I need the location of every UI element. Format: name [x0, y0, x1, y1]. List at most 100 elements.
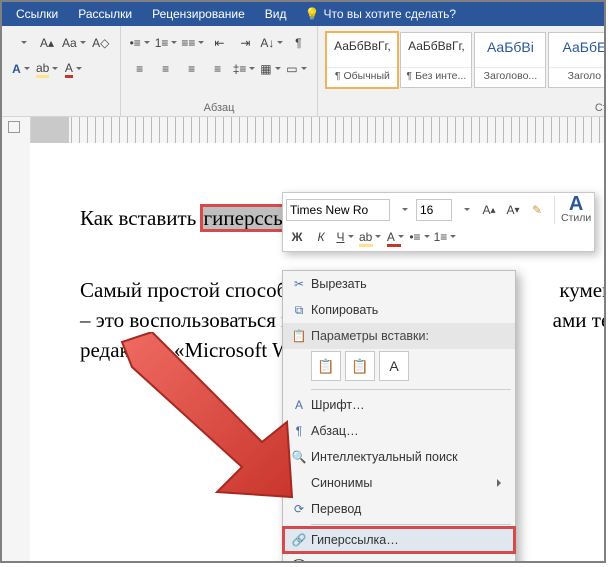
align-left-button[interactable]: ≡: [128, 57, 152, 81]
tab-links[interactable]: Ссылки: [6, 2, 68, 26]
ribbon-group-styles: АаБбВвГг, ¶ Обычный АаБбВвГг, ¶ Без инте…: [318, 26, 606, 116]
style-normal[interactable]: АаБбВвГг, ¶ Обычный: [326, 32, 398, 88]
cm-separator: [311, 524, 511, 525]
style-label: Заголо: [549, 67, 606, 84]
doc-text: ами текстово: [553, 308, 606, 332]
cm-paragraph[interactable]: ¶ Абзац…: [283, 418, 515, 444]
font-size-combo[interactable]: [9, 31, 33, 55]
change-case-button[interactable]: Aa: [61, 31, 87, 55]
format-painter-icon[interactable]: ✎: [526, 199, 548, 221]
mini-styles-button[interactable]: A Стили: [554, 196, 591, 224]
ribbon-group-paragraph: •≡ 1≡ ≡≡ ⇤ ⇥ A↓ ¶ ≡ ≡ ≡ ≡ ‡≡ ▦ ▭ Абзац: [121, 26, 319, 116]
cm-label: Интеллектуальный поиск: [311, 450, 458, 464]
ribbon: A▴ Aa A◇ A ab A •≡ 1≡ ≡≡ ⇤ ⇥ A↓ ¶ ≡: [2, 26, 604, 117]
clear-formatting-button[interactable]: A◇: [89, 31, 113, 55]
mini-font-name-dd[interactable]: [392, 199, 414, 221]
sort-button[interactable]: A↓: [259, 31, 284, 55]
paste-keep-source-button[interactable]: 📋: [311, 351, 341, 381]
style-sample: АаБбВвГг,: [401, 33, 471, 67]
ruler-corner: [2, 117, 31, 143]
styles-gallery[interactable]: АаБбВвГг, ¶ Обычный АаБбВвГг, ¶ Без инте…: [324, 30, 606, 90]
cm-copy[interactable]: ⧉ Копировать: [283, 297, 515, 323]
cm-label: Гиперссылка…: [311, 533, 399, 547]
ruler-area: [2, 117, 604, 143]
smart-lookup-icon: 🔍: [287, 450, 311, 464]
cm-label: Копировать: [311, 303, 378, 317]
cm-separator: [311, 389, 511, 390]
clipboard-icon: 📋: [287, 329, 311, 343]
vertical-ruler[interactable]: [2, 143, 31, 562]
copy-icon: ⧉: [287, 303, 311, 318]
mini-underline[interactable]: Ч: [334, 226, 356, 248]
style-sample: АаБбВі: [475, 33, 545, 67]
font-color-button[interactable]: A: [61, 57, 85, 81]
mini-bold[interactable]: Ж: [286, 226, 308, 248]
cm-label: Параметры вставки:: [311, 329, 429, 343]
style-sample: АаБбЕ: [549, 33, 606, 67]
context-menu: ✂ Вырезать ⧉ Копировать 📋 Параметры вста…: [282, 270, 516, 563]
cm-label: Создать примечание: [311, 559, 432, 563]
cm-smart-lookup[interactable]: 🔍 Интеллектуальный поиск: [283, 444, 515, 470]
mini-font-name[interactable]: [286, 199, 390, 221]
mini-grow-font[interactable]: A▴: [478, 199, 500, 221]
style-no-spacing[interactable]: АаБбВвГг, ¶ Без инте...: [400, 32, 472, 88]
multilevel-list-button[interactable]: ≡≡: [180, 31, 205, 55]
font-dialog-icon: A: [287, 398, 311, 412]
tab-mailings[interactable]: Рассылки: [68, 2, 142, 26]
ribbon-tab-bar: Ссылки Рассылки Рецензирование Вид 💡 Что…: [2, 2, 604, 26]
numbering-button[interactable]: 1≡: [154, 31, 179, 55]
tell-me-search[interactable]: 💡 Что вы хотите сделать?: [297, 7, 457, 21]
mini-font-color[interactable]: A: [384, 226, 406, 248]
bullets-button[interactable]: •≡: [128, 31, 152, 55]
style-label: Заголово...: [475, 67, 545, 84]
comment-icon: 💬: [287, 559, 311, 563]
style-heading2[interactable]: АаБбЕ Заголо: [548, 32, 606, 88]
text-effects-button[interactable]: A: [9, 57, 33, 81]
cm-paste-options: 📋 📋 A: [283, 349, 515, 387]
style-label: ¶ Обычный: [327, 67, 397, 84]
tab-view[interactable]: Вид: [255, 2, 297, 26]
show-marks-button[interactable]: ¶: [286, 31, 310, 55]
mini-shrink-font[interactable]: A▾: [502, 199, 524, 221]
shading-button[interactable]: ▦: [258, 57, 282, 81]
line-spacing-button[interactable]: ‡≡: [232, 57, 257, 81]
cm-new-comment[interactable]: 💬 Создать примечание: [283, 553, 515, 563]
align-center-button[interactable]: ≡: [154, 57, 178, 81]
cm-font[interactable]: A Шрифт…: [283, 392, 515, 418]
paste-text-only-button[interactable]: A: [379, 351, 409, 381]
mini-font-size-dd[interactable]: [454, 199, 476, 221]
grow-font-button[interactable]: A▴: [35, 31, 59, 55]
borders-button[interactable]: ▭: [284, 57, 308, 81]
style-sample: АаБбВвГг,: [327, 33, 397, 67]
decrease-indent-button[interactable]: ⇤: [207, 31, 231, 55]
hyperlink-icon: 🔗: [287, 533, 311, 547]
style-heading1[interactable]: АаБбВі Заголово...: [474, 32, 546, 88]
mini-highlight[interactable]: ab: [358, 226, 382, 248]
group-label-styles: Стил: [318, 102, 606, 114]
mini-bullets[interactable]: •≡: [408, 226, 430, 248]
horizontal-ruler[interactable]: [31, 117, 604, 143]
mini-styles-label: Стили: [561, 212, 591, 224]
highlight-color-button[interactable]: ab: [35, 57, 59, 81]
paste-merge-button[interactable]: 📋: [345, 351, 375, 381]
align-right-button[interactable]: ≡: [180, 57, 204, 81]
doc-title-text: Как вставить: [80, 206, 202, 230]
mini-font-size[interactable]: [416, 199, 452, 221]
cm-synonyms[interactable]: Синонимы: [283, 470, 515, 496]
style-label: ¶ Без инте...: [401, 67, 471, 84]
tab-review[interactable]: Рецензирование: [142, 2, 255, 26]
increase-indent-button[interactable]: ⇥: [233, 31, 257, 55]
cm-translate[interactable]: ⟳ Перевод: [283, 496, 515, 522]
mini-numbering[interactable]: 1≡: [433, 226, 458, 248]
cm-label: Вырезать: [311, 277, 367, 291]
cm-paste-header: 📋 Параметры вставки:: [283, 323, 515, 349]
cm-hyperlink[interactable]: 🔗 Гиперссылка…: [283, 527, 515, 553]
cm-label: Абзац…: [311, 424, 359, 438]
tell-me-placeholder: Что вы хотите сделать?: [323, 7, 456, 21]
doc-text: кумент гипер: [559, 278, 606, 302]
justify-button[interactable]: ≡: [206, 57, 230, 81]
cm-label: Синонимы: [311, 476, 372, 490]
mini-italic[interactable]: К: [310, 226, 332, 248]
submenu-arrow-icon: [497, 479, 505, 487]
cm-cut[interactable]: ✂ Вырезать: [283, 271, 515, 297]
